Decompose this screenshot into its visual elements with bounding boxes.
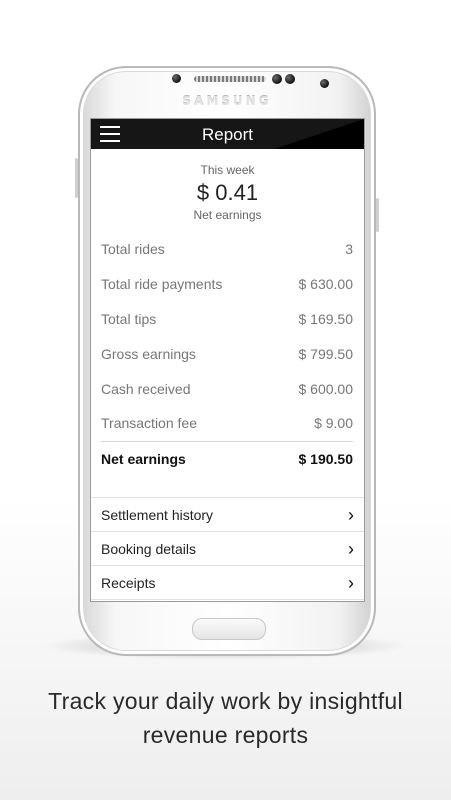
earnings-breakdown: Total rides 3 Total ride payments $ 630.… xyxy=(101,232,353,476)
sensor-dot xyxy=(272,74,282,84)
report-row-total-tips: Total tips $ 169.50 xyxy=(101,302,353,337)
row-label: Total rides xyxy=(101,241,165,258)
row-value: $ 9.00 xyxy=(314,415,353,432)
sensor-dot xyxy=(172,74,181,83)
link-label: Booking details xyxy=(101,540,196,557)
caption-line-1: Track your daily work by insightful xyxy=(48,688,403,714)
receipts-link[interactable]: Receipts › xyxy=(91,566,364,600)
row-value: $ 799.50 xyxy=(298,345,354,362)
device-brand: SAMSUNG xyxy=(182,94,272,108)
row-label: Total tips xyxy=(101,310,157,327)
net-earnings-value: $ 190.50 xyxy=(298,450,354,467)
chevron-right-icon: › xyxy=(348,572,354,593)
report-row-gross-earnings: Gross earnings $ 799.50 xyxy=(101,336,353,371)
link-label: Settlement history xyxy=(101,506,214,523)
row-label: Total ride payments xyxy=(101,276,223,293)
booking-details-link[interactable]: Booking details › xyxy=(91,532,364,566)
summary-amount: $ 0.41 xyxy=(196,180,259,205)
report-row-cash-received: Cash received $ 600.00 xyxy=(101,371,353,406)
row-value: $ 169.50 xyxy=(298,310,354,327)
caption-line-2: revenue reports xyxy=(142,722,309,748)
row-label: Transaction fee xyxy=(101,415,197,432)
summary-label: Net earnings xyxy=(193,208,262,222)
app-bar: Report xyxy=(91,119,364,149)
row-label: Cash received xyxy=(101,380,191,397)
row-value: $ 630.00 xyxy=(298,276,354,293)
page-title: Report xyxy=(201,125,254,144)
home-button[interactable] xyxy=(192,618,266,640)
earpiece-speaker xyxy=(194,76,266,82)
report-row-transaction-fee: Transaction fee $ 9.00 xyxy=(101,406,353,441)
report-links: Settlement history › Booking details › R… xyxy=(91,497,364,600)
net-earnings-label: Net earnings xyxy=(101,450,186,467)
weekly-summary: This week $ 0.41 Net earnings xyxy=(91,163,364,222)
row-value: $ 600.00 xyxy=(298,380,354,397)
settlement-history-link[interactable]: Settlement history › xyxy=(91,498,364,532)
volume-button xyxy=(75,158,78,198)
power-button xyxy=(376,198,379,232)
front-camera xyxy=(320,79,329,88)
chevron-right-icon: › xyxy=(348,504,354,525)
sensor-dot xyxy=(285,74,295,84)
app-screen: Report This week $ 0.41 Net earnings Tot… xyxy=(90,118,365,602)
link-label: Receipts xyxy=(101,574,156,591)
report-row-net-earnings: Net earnings $ 190.50 xyxy=(101,440,354,476)
summary-period: This week xyxy=(200,163,255,177)
promo-caption: Track your daily work by insightful reve… xyxy=(0,684,451,752)
row-value: 3 xyxy=(345,241,353,258)
row-label: Gross earnings xyxy=(101,345,196,362)
chevron-right-icon: › xyxy=(348,538,354,559)
report-row-total-rides: Total rides 3 xyxy=(101,232,353,267)
report-row-total-ride-payments: Total ride payments $ 630.00 xyxy=(101,267,353,302)
